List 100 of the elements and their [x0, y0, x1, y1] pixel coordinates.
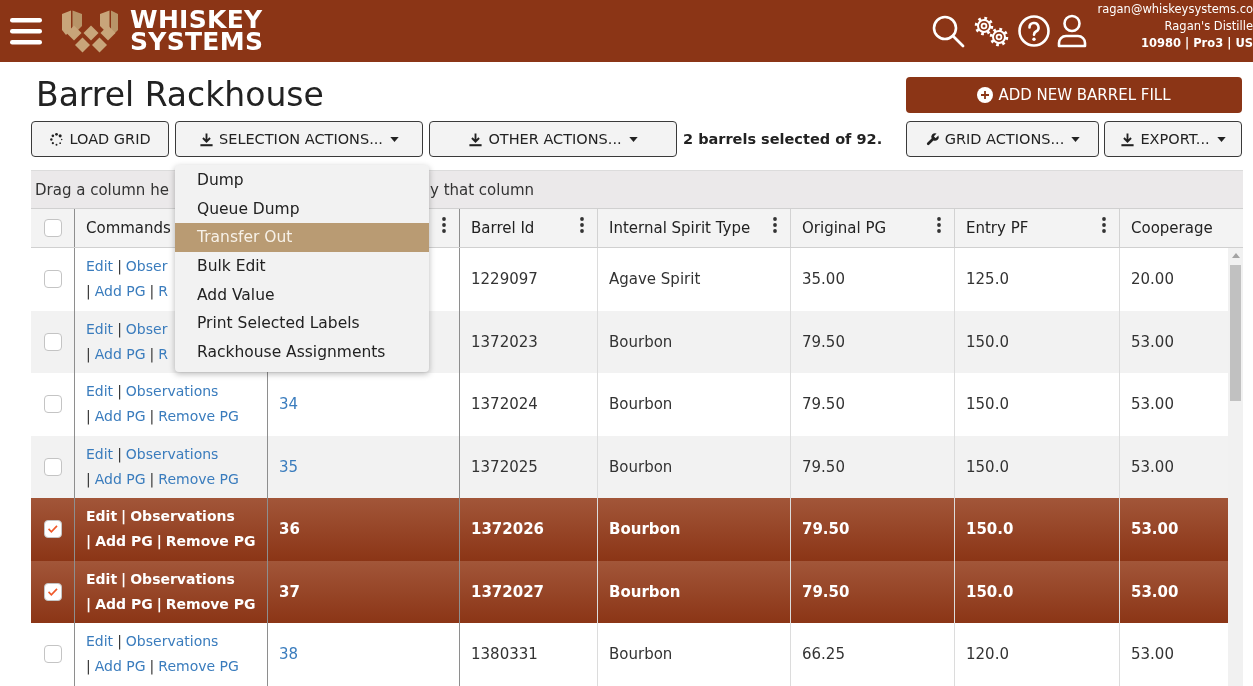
- table-cell-text: 20.00: [1130, 269, 1175, 291]
- kebab-menu-icon[interactable]: [773, 217, 777, 233]
- toolbar-button[interactable]: EXPORT...: [1104, 121, 1242, 157]
- table-cell: 1229097: [460, 248, 598, 311]
- command-link[interactable]: Add PG: [94, 466, 146, 492]
- link-separator: |: [121, 507, 127, 527]
- table-row[interactable]: Edit | Observations | Add PG | Remove PG 37 1372027 Bourbon 79.50 150.0 53.00: [31, 560, 1228, 623]
- command-link[interactable]: Edit: [86, 379, 114, 405]
- command-link[interactable]: Edit: [86, 441, 114, 467]
- command-link[interactable]: Add PG: [94, 279, 146, 305]
- command-link[interactable]: Add PG: [94, 654, 146, 680]
- command-link[interactable]: Observations: [130, 504, 235, 530]
- column-header[interactable]: Internal Spirit Type: [609, 219, 751, 237]
- link-separator: |: [86, 469, 91, 490]
- table-cell-text: 53.00: [1130, 394, 1175, 416]
- row-checkbox[interactable]: [43, 270, 62, 289]
- link-separator: |: [121, 569, 127, 590]
- row-checkbox[interactable]: [43, 457, 62, 476]
- command-link[interactable]: Observations: [130, 566, 235, 592]
- check-icon: [47, 525, 58, 534]
- command-link[interactable]: Remove PG: [158, 404, 239, 430]
- barrel-number-link[interactable]: 34: [279, 395, 299, 414]
- download-icon: [468, 131, 484, 147]
- menu-item[interactable]: Add Value: [175, 280, 429, 310]
- command-link[interactable]: R: [158, 341, 169, 367]
- search-icon[interactable]: [931, 14, 966, 48]
- column-header[interactable]: Original PG: [802, 219, 887, 237]
- command-link[interactable]: Edit: [86, 629, 114, 655]
- account-info: 10980 | Pro3 | US: [1140, 35, 1253, 52]
- command-link[interactable]: Add PG: [95, 591, 153, 617]
- link-separator: |: [86, 594, 92, 615]
- link-separator: |: [117, 382, 122, 402]
- link-separator: |: [149, 407, 155, 427]
- kebab-menu-icon[interactable]: [442, 217, 446, 233]
- command-link[interactable]: Observations: [125, 379, 219, 405]
- command-link[interactable]: Remove PG: [158, 466, 239, 492]
- table-cell: 1380331: [460, 623, 598, 686]
- toolbar-button[interactable]: GRID ACTIONS...: [906, 121, 1099, 157]
- command-link[interactable]: Edit: [86, 504, 118, 530]
- table-cell: 150.0: [955, 498, 1120, 561]
- command-link[interactable]: Observations: [125, 441, 219, 467]
- link-separator: |: [86, 344, 91, 365]
- command-link[interactable]: R: [158, 279, 169, 305]
- add-barrel-fill-button[interactable]: ADD NEW BARREL FILL: [906, 77, 1242, 113]
- barrel-number-link[interactable]: 38: [279, 645, 299, 664]
- command-link[interactable]: Add PG: [94, 341, 146, 367]
- command-link[interactable]: Observations: [125, 629, 219, 655]
- command-link[interactable]: Add PG: [95, 529, 153, 555]
- kebab-menu-icon[interactable]: [937, 217, 941, 233]
- kebab-menu-icon[interactable]: [1102, 217, 1106, 233]
- toolbar-button[interactable]: SELECTION ACTIONS...: [175, 121, 423, 157]
- table-cell: Bourbon: [598, 623, 791, 686]
- column-header[interactable]: Entry PF: [966, 219, 1029, 237]
- menu-item[interactable]: Print Selected Labels: [175, 309, 429, 339]
- column-header[interactable]: Commands: [86, 219, 171, 237]
- command-link[interactable]: Obser: [125, 316, 168, 342]
- barrel-number-link[interactable]: 36: [279, 520, 300, 539]
- command-link[interactable]: Obser: [125, 254, 168, 280]
- command-link[interactable]: Remove PG: [158, 654, 239, 680]
- toolbar-button[interactable]: LOAD GRID: [31, 121, 169, 157]
- command-link[interactable]: Remove PG: [165, 591, 256, 617]
- command-link[interactable]: Edit: [86, 254, 114, 280]
- menu-item[interactable]: Queue Dump: [175, 194, 429, 224]
- group-hint: y that column: [430, 180, 535, 199]
- user-icon[interactable]: [1057, 14, 1088, 48]
- help-icon[interactable]: [1017, 14, 1052, 48]
- column-header[interactable]: Barrel Id: [471, 219, 535, 237]
- row-checkbox[interactable]: [43, 332, 62, 351]
- table-cell: Bourbon: [598, 498, 791, 561]
- vertical-scrollbar[interactable]: [1228, 248, 1243, 686]
- link-separator: |: [86, 532, 92, 552]
- column-header[interactable]: Cooperage: [1131, 219, 1213, 237]
- row-checkbox[interactable]: [43, 645, 62, 664]
- table-cell: Bourbon: [598, 373, 791, 436]
- command-link[interactable]: Add PG: [94, 404, 146, 430]
- scrollbar-thumb[interactable]: [1230, 265, 1241, 401]
- command-link[interactable]: Edit: [86, 316, 114, 342]
- download-icon: [199, 131, 214, 147]
- command-link[interactable]: Edit: [86, 566, 118, 592]
- toolbar-button[interactable]: OTHER ACTIONS...: [429, 121, 677, 157]
- select-all-checkbox[interactable]: [43, 219, 62, 237]
- barrel-number-link[interactable]: 35: [279, 457, 299, 476]
- link-separator: |: [117, 444, 122, 465]
- menu-item[interactable]: Bulk Edit: [175, 252, 429, 281]
- table-row[interactable]: Edit | Observations | Add PG | Remove PG 36 1372026 Bourbon 79.50 150.0 53.00: [31, 498, 1228, 561]
- barrel-number-link[interactable]: 37: [279, 582, 300, 601]
- menu-icon[interactable]: [10, 16, 42, 46]
- menu-item[interactable]: Rackhouse Assignments: [175, 338, 429, 367]
- kebab-menu-icon[interactable]: [580, 217, 584, 233]
- download-icon: [1120, 131, 1136, 147]
- table-cell-text: 53.00: [1130, 581, 1180, 603]
- row-checkbox[interactable]: [43, 520, 62, 539]
- command-link[interactable]: Remove PG: [165, 529, 256, 555]
- row-checkbox[interactable]: [43, 582, 62, 601]
- menu-item[interactable]: Dump: [175, 166, 429, 195]
- plus-circle-icon: [977, 87, 994, 103]
- company-name: Ragan's Distille: [1164, 18, 1253, 35]
- row-checkbox[interactable]: [43, 395, 62, 414]
- table-row[interactable]: Edit | Observations | Add PG | Remove PG 35 1372025 Bourbon 79.50 150.0 53.00: [31, 435, 1228, 498]
- spinner-icon: [49, 131, 65, 147]
